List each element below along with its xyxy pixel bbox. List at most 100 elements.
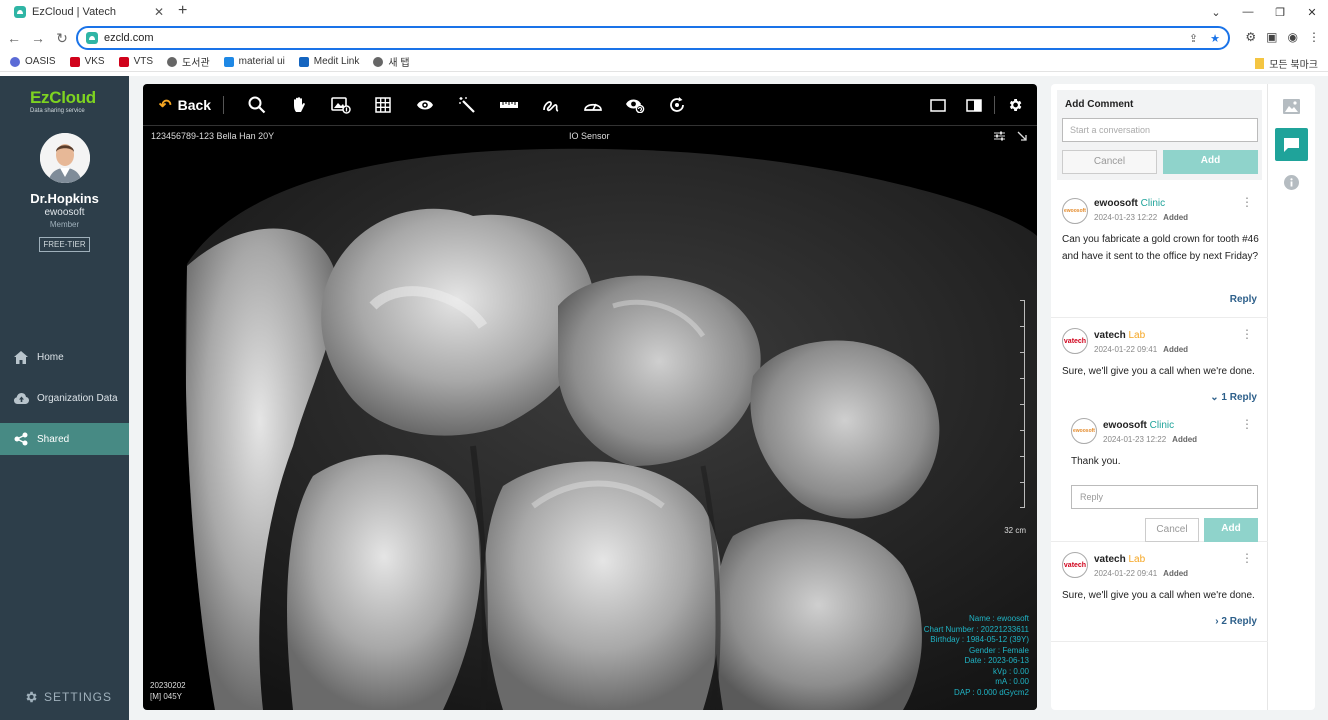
bookmark-new-tab[interactable]: 새 탭 bbox=[373, 54, 410, 69]
settings-button[interactable]: SETTINGS bbox=[24, 690, 112, 704]
tab-title: EzCloud | Vatech bbox=[32, 6, 116, 18]
minimize-button[interactable]: — bbox=[1232, 6, 1264, 18]
view-rotate-icon[interactable] bbox=[614, 97, 656, 113]
close-window-button[interactable]: ✕ bbox=[1296, 6, 1328, 19]
close-tab-icon[interactable]: ✕ bbox=[154, 5, 164, 19]
ewoosoft-avatar: ewoosoft bbox=[1062, 198, 1088, 224]
image-metadata: Name : ewoosoft Chart Number : 202212336… bbox=[923, 614, 1029, 697]
dental-xray-image[interactable] bbox=[143, 146, 1037, 710]
reload-icon[interactable]: ↻ bbox=[50, 30, 74, 47]
vatech-avatar: vatech bbox=[1062, 552, 1088, 578]
maximize-button[interactable]: ❐ bbox=[1264, 6, 1296, 19]
viewer-toolbar: ↶ Back bbox=[143, 84, 1037, 126]
more-options-icon[interactable]: ⋮ bbox=[1241, 328, 1253, 340]
eye-icon[interactable] bbox=[404, 99, 446, 111]
bookmark-library[interactable]: 도서관 bbox=[167, 54, 210, 69]
replies-toggle[interactable]: › 2 Reply bbox=[1215, 616, 1257, 627]
extensions-icon[interactable]: ⚙ bbox=[1245, 30, 1256, 44]
reply-input[interactable]: Reply bbox=[1071, 485, 1258, 509]
app-area: EzCloud Data sharing service Dr.Hopkins … bbox=[0, 76, 1328, 720]
image-icon[interactable] bbox=[1275, 90, 1308, 123]
reset-icon[interactable] bbox=[656, 96, 698, 114]
more-options-icon[interactable]: ⋮ bbox=[1241, 196, 1253, 208]
ezcloud-favicon-icon bbox=[14, 6, 26, 18]
bookmarks-bar: OASIS VKS VTS 도서관 material ui Medit Link… bbox=[0, 52, 1328, 72]
avatar[interactable] bbox=[40, 133, 90, 183]
bookmark-vts[interactable]: VTS bbox=[118, 56, 153, 67]
reply-link[interactable]: Reply bbox=[1230, 294, 1257, 305]
comment-item: vatech vatech Lab 2024-01-22 09:41 Added … bbox=[1051, 318, 1268, 542]
nav-item-shared[interactable]: Shared bbox=[0, 423, 129, 455]
angle-icon[interactable] bbox=[572, 98, 614, 112]
sliders-icon[interactable] bbox=[994, 131, 1005, 141]
comment-date: 2024-01-22 09:41 Added bbox=[1094, 569, 1189, 578]
user-role: Member bbox=[49, 220, 80, 229]
comment-list: Add Comment Start a conversation Cancel … bbox=[1051, 84, 1268, 710]
comment-input[interactable]: Start a conversation bbox=[1062, 118, 1258, 142]
bookmark-star-icon[interactable]: ★ bbox=[1210, 32, 1220, 45]
bookmark-material-ui[interactable]: material ui bbox=[223, 56, 285, 67]
comment-author: ewoosoft Clinic bbox=[1094, 198, 1166, 209]
split-view-icon[interactable] bbox=[966, 98, 982, 112]
add-reply-button[interactable]: Add bbox=[1204, 518, 1258, 542]
tab-search-icon[interactable]: ⌄ bbox=[1200, 6, 1232, 19]
user-organization: ewoosoft bbox=[44, 207, 85, 218]
add-comment-box: Add Comment Start a conversation Cancel … bbox=[1057, 90, 1262, 180]
side-panel-icon[interactable]: ▣ bbox=[1266, 30, 1277, 44]
share-page-icon[interactable]: ⇪ bbox=[1189, 32, 1198, 45]
pan-hand-icon[interactable] bbox=[278, 96, 320, 114]
address-bar[interactable]: ezcld.com ⇪ ★ bbox=[76, 26, 1230, 50]
reply-author: ewoosoft Clinic bbox=[1103, 420, 1175, 431]
sensor-type: IO Sensor bbox=[569, 131, 610, 141]
browser-menu-icon[interactable]: ⋮ bbox=[1308, 30, 1320, 44]
vatech-avatar: vatech bbox=[1062, 328, 1088, 354]
more-options-icon[interactable]: ⋮ bbox=[1241, 418, 1253, 430]
forward-nav-icon[interactable]: → bbox=[26, 30, 50, 46]
new-tab-button[interactable]: + bbox=[178, 2, 187, 20]
gear-icon[interactable] bbox=[1007, 97, 1023, 113]
cancel-reply-button[interactable]: Cancel bbox=[1145, 518, 1199, 542]
toolbar-divider bbox=[223, 95, 225, 114]
url-text: ezcld.com bbox=[104, 32, 154, 44]
share-icon bbox=[14, 432, 30, 446]
comment-item: ewoosoft ewoosoft Clinic 2024-01-23 12:2… bbox=[1051, 194, 1268, 318]
search-icon[interactable] bbox=[236, 96, 278, 114]
nav-item-home[interactable]: Home bbox=[0, 341, 129, 373]
user-name: Dr.Hopkins bbox=[30, 191, 99, 206]
single-view-icon[interactable] bbox=[930, 98, 946, 112]
cancel-comment-button[interactable]: Cancel bbox=[1062, 150, 1157, 174]
collapse-icon[interactable] bbox=[1017, 131, 1027, 141]
magic-wand-icon[interactable] bbox=[446, 96, 488, 114]
patient-info: 123456789-123 Bella Han 20Y bbox=[151, 131, 275, 141]
viewer-info-bar: 123456789-123 Bella Han 20Y IO Sensor bbox=[143, 126, 1037, 146]
add-comment-button[interactable]: Add bbox=[1163, 150, 1258, 174]
back-button[interactable]: ↶ Back bbox=[159, 96, 211, 114]
bookmark-vks[interactable]: VKS bbox=[69, 56, 105, 67]
grid-icon[interactable] bbox=[362, 96, 404, 113]
info-icon[interactable] bbox=[1275, 166, 1308, 199]
nav-item-organization-data[interactable]: Organization Data bbox=[0, 382, 129, 414]
freehand-icon[interactable] bbox=[530, 96, 572, 114]
replies-toggle[interactable]: ⌄ 1 Reply bbox=[1210, 392, 1257, 403]
bookmark-oasis[interactable]: OASIS bbox=[10, 56, 56, 67]
bookmark-medit-link[interactable]: Medit Link bbox=[298, 56, 359, 67]
comment-icon[interactable] bbox=[1275, 128, 1308, 161]
scale-label: 32 cm bbox=[1004, 526, 1026, 535]
chevron-down-icon: ⌄ bbox=[1210, 392, 1219, 403]
comments-panel: Add Comment Start a conversation Cancel … bbox=[1051, 84, 1315, 710]
comment-date: 2024-01-22 09:41 Added bbox=[1094, 345, 1189, 354]
ruler-icon[interactable] bbox=[488, 100, 530, 110]
gear-icon bbox=[26, 691, 37, 703]
chevron-right-icon: › bbox=[1215, 616, 1219, 627]
browser-tab[interactable]: EzCloud | Vatech ✕ bbox=[6, 0, 172, 24]
all-bookmarks[interactable]: 모든 북마크 bbox=[1255, 56, 1318, 71]
back-nav-icon[interactable]: ← bbox=[2, 30, 26, 46]
reply-text: Thank you. bbox=[1071, 456, 1121, 467]
image-date: 20230202 [M] 045Y bbox=[150, 681, 186, 701]
comment-text: Sure, we'll give you a call when we're d… bbox=[1062, 366, 1255, 377]
undo-arrow-icon: ↶ bbox=[159, 96, 172, 114]
image-viewer: ↶ Back 123456789-123 Bella Han 20Y IO Se… bbox=[143, 84, 1037, 710]
more-options-icon[interactable]: ⋮ bbox=[1241, 552, 1253, 564]
image-adjust-icon[interactable] bbox=[320, 96, 362, 114]
profile-icon[interactable]: ◉ bbox=[1288, 30, 1298, 44]
